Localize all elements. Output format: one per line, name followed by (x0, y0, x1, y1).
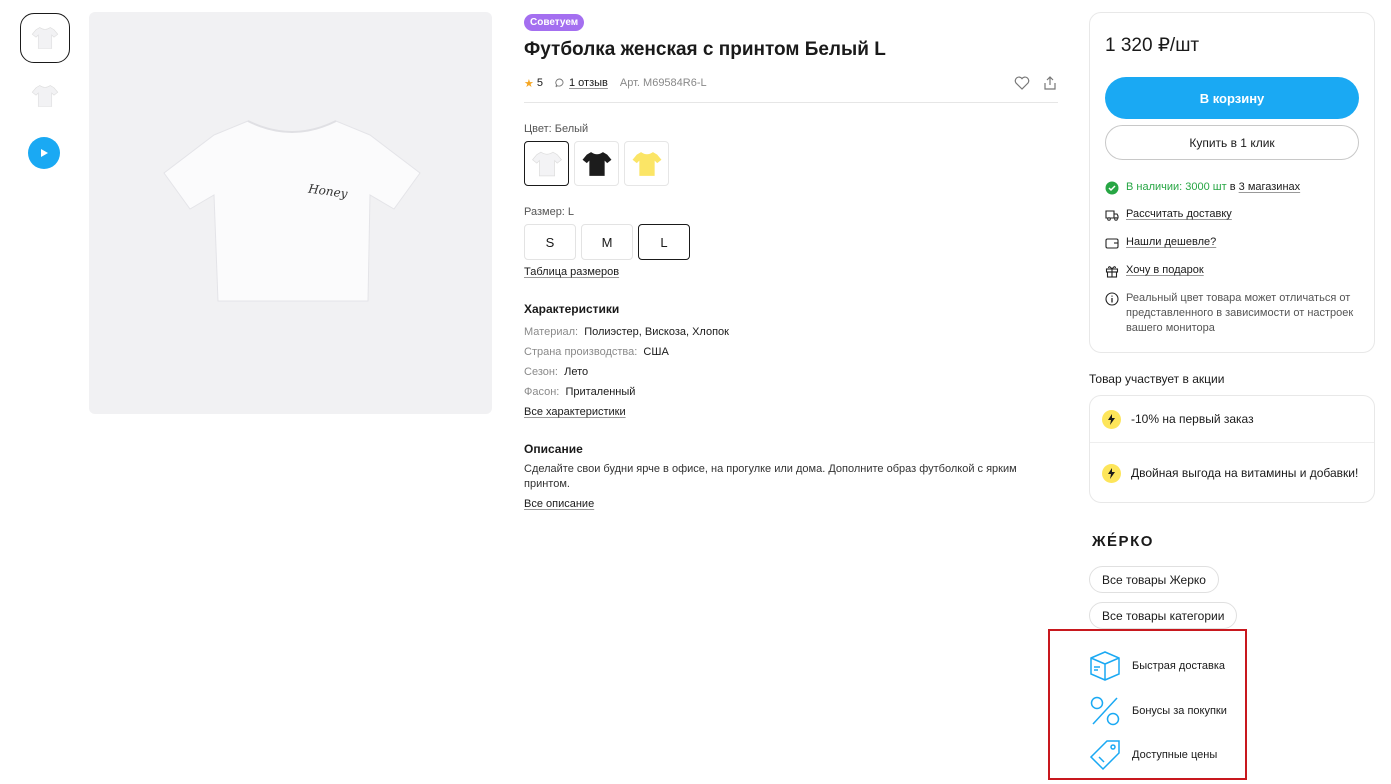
characteristic-value: Полиэстер, Вискоза, Хлопок (584, 326, 729, 338)
characteristics-title: Характеристики (524, 302, 620, 316)
price-tag-icon (1089, 740, 1120, 771)
info-icon (1105, 292, 1119, 306)
truck-icon (1105, 210, 1119, 221)
delivery-row[interactable]: Рассчитать доставку (1105, 207, 1359, 222)
brand-logo[interactable]: ЖЕ́РКО (1092, 533, 1154, 550)
tshirt-yellow-icon (632, 151, 661, 176)
cheaper-link[interactable]: Нашли дешевле? (1126, 235, 1216, 250)
color-label: Цвет: Белый (524, 123, 589, 135)
characteristic-key: Страна производства: (524, 346, 638, 358)
cheaper-row[interactable]: Нашли дешевле? (1105, 235, 1359, 250)
color-option-black[interactable] (574, 141, 619, 186)
promo-item[interactable]: -10% на первый заказ (1090, 396, 1374, 442)
divider (524, 102, 1058, 103)
stock-status: В наличии: 3000 шт (1126, 181, 1227, 193)
color-note-row: Реальный цвет товара может отличаться от… (1105, 291, 1359, 336)
characteristic-value: США (643, 346, 669, 358)
rating-value: 5 (536, 77, 543, 89)
characteristic-key: Фасон: (524, 386, 560, 398)
share-icon[interactable] (1042, 75, 1058, 91)
size-options: S M L (524, 224, 1058, 260)
thumbnail-1[interactable] (20, 13, 70, 63)
description-text: Сделайте свои будни ярче в офисе, на про… (524, 463, 1017, 490)
feature-label: Быстрая доставка (1132, 660, 1225, 672)
color-option-yellow[interactable] (624, 141, 669, 186)
product-info: Советуем Футболка женская с принтом Белы… (524, 12, 1058, 512)
tshirt-white-icon (531, 151, 562, 176)
box-icon (1090, 651, 1120, 681)
characteristics-list: Материал: Полиэстер, Вискоза, Хлопок Стр… (524, 322, 1058, 402)
percent-icon (1090, 696, 1120, 726)
star-icon: ★ (524, 77, 534, 90)
all-description-link[interactable]: Все описание (524, 498, 594, 510)
promo-item[interactable]: Двойная выгода на витамины и добавки! (1090, 443, 1374, 503)
wallet-icon (1105, 238, 1119, 249)
size-label: Размер: L (524, 206, 575, 218)
meta-actions (1014, 75, 1058, 91)
reviews-link[interactable]: 1 отзыв (569, 77, 608, 89)
color-note: Реальный цвет товара может отличаться от… (1126, 292, 1354, 334)
feature-label: Доступные цены (1132, 749, 1218, 761)
buy-panel: 1 320 ₽/шт В корзину Купить в 1 клик В н… (1089, 12, 1375, 353)
reviews[interactable]: 1 отзыв (555, 77, 608, 89)
lightning-icon (1102, 409, 1121, 429)
size-option-m[interactable]: M (581, 224, 633, 260)
characteristic-key: Сезон: (524, 366, 558, 378)
article-number: Арт. М69584R6-L (619, 77, 707, 89)
size-option-s[interactable]: S (524, 224, 576, 260)
gift-row[interactable]: Хочу в подарок (1105, 263, 1359, 278)
size-option-l[interactable]: L (638, 224, 690, 260)
thumbnail-2[interactable] (20, 71, 70, 121)
product-title: Футболка женская с принтом Белый L (524, 39, 886, 60)
characteristic-row: Страна производства: США (524, 342, 1058, 362)
promo-box: -10% на первый заказ Двойная выгода на в… (1089, 395, 1375, 503)
tshirt-thumbnail-icon (31, 85, 59, 107)
feature-prices: Доступные цены (1088, 738, 1217, 772)
add-to-cart-button[interactable]: В корзину (1105, 77, 1359, 119)
recommend-badge: Советуем (524, 14, 585, 31)
play-icon (41, 149, 48, 157)
stores-link[interactable]: 3 магазинах (1239, 181, 1301, 193)
product-main-image[interactable]: Honey (89, 12, 492, 414)
stock-sep: в (1226, 181, 1239, 193)
feature-label: Бонусы за покупки (1132, 705, 1227, 717)
tshirt-black-icon (582, 151, 611, 176)
price: 1 320 ₽/шт (1105, 35, 1200, 56)
characteristic-value: Лето (564, 366, 589, 378)
heart-icon[interactable] (1014, 75, 1030, 91)
tshirt-thumbnail-icon (31, 27, 59, 49)
all-characteristics-link[interactable]: Все характеристики (524, 406, 626, 418)
feature-bonuses: Бонусы за покупки (1088, 694, 1227, 728)
check-circle-icon (1105, 181, 1119, 195)
characteristic-row: Фасон: Приталенный (524, 382, 1058, 402)
thumbnail-list (20, 13, 70, 169)
color-options (524, 141, 1058, 186)
promo-title: Товар участвует в акции (1089, 372, 1225, 386)
delivery-link[interactable]: Рассчитать доставку (1126, 207, 1232, 222)
characteristic-row: Материал: Полиэстер, Вискоза, Хлопок (524, 322, 1058, 342)
promo-text: Двойная выгода на витамины и добавки! (1131, 465, 1359, 480)
characteristic-value: Приталенный (565, 386, 636, 398)
buy-one-click-button[interactable]: Купить в 1 клик (1105, 125, 1359, 160)
tshirt-image: Honey (162, 120, 421, 302)
comment-icon (555, 78, 564, 88)
all-brand-products-chip[interactable]: Все товары Жерко (1089, 566, 1219, 593)
promo-text: -10% на первый заказ (1131, 411, 1254, 426)
play-video-button[interactable] (28, 137, 60, 169)
features-highlight: Быстрая доставка Бонусы за покупки Досту… (1048, 629, 1247, 780)
lightning-icon (1102, 463, 1121, 483)
product-meta: ★ 5 1 отзыв Арт. М69584R6-L (524, 75, 1058, 91)
color-option-white[interactable] (524, 141, 569, 186)
characteristic-key: Материал: (524, 326, 579, 338)
stock-info: В наличии: 3000 шт в 3 магазинах (1105, 180, 1359, 195)
description-title: Описание (524, 442, 583, 456)
size-table-link[interactable]: Таблица размеров (524, 266, 619, 278)
feature-fast-delivery: Быстрая доставка (1088, 649, 1225, 683)
gift-link[interactable]: Хочу в подарок (1126, 263, 1204, 278)
gift-icon (1105, 266, 1119, 278)
all-category-products-chip[interactable]: Все товары категории (1089, 602, 1238, 629)
characteristic-row: Сезон: Лето (524, 362, 1058, 382)
